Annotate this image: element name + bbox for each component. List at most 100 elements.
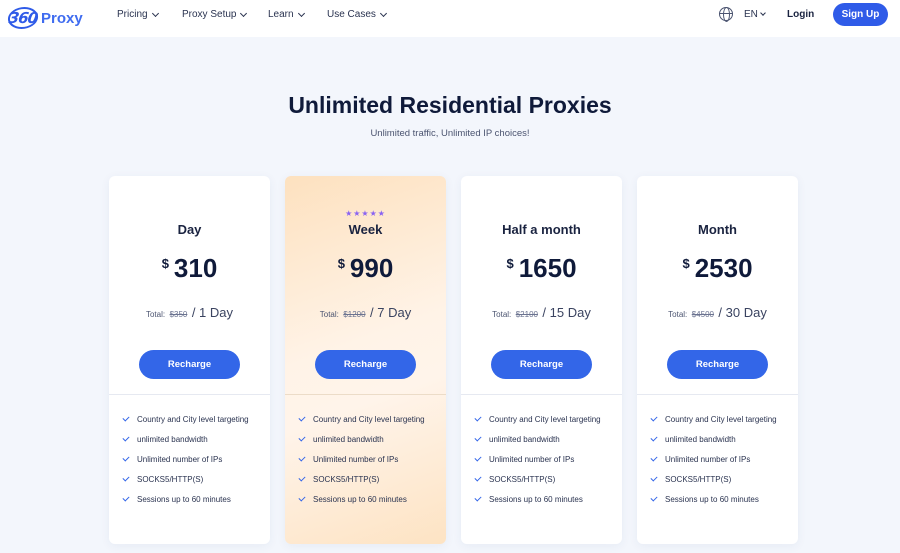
check-icon bbox=[298, 414, 306, 422]
plan-total: Total: $1200 / 7 Day bbox=[319, 305, 412, 320]
check-icon bbox=[298, 434, 306, 442]
divider bbox=[285, 394, 446, 395]
plan-duration: 7 Day bbox=[377, 305, 412, 320]
plan-name: Half a month bbox=[502, 222, 581, 237]
recharge-button[interactable]: Recharge bbox=[315, 350, 416, 379]
logo-mark: 360 bbox=[6, 7, 40, 29]
list-item: Country and City level targeting bbox=[122, 409, 249, 429]
list-item: Country and City level targeting bbox=[650, 409, 777, 429]
plan-duration: 15 Day bbox=[549, 305, 591, 320]
check-icon bbox=[298, 474, 306, 482]
old-price: $2100 bbox=[515, 310, 538, 319]
language-selector[interactable]: EN bbox=[744, 9, 766, 20]
logo-word: Proxy bbox=[41, 9, 83, 27]
check-icon bbox=[650, 434, 658, 442]
total-label: Total: bbox=[319, 310, 339, 319]
feature-text: Unlimited number of IPs bbox=[313, 454, 399, 464]
plan-duration: 30 Day bbox=[725, 305, 767, 320]
list-item: unlimited bandwidth bbox=[650, 429, 777, 449]
feature-text: unlimited bandwidth bbox=[489, 434, 560, 444]
check-icon bbox=[122, 414, 130, 422]
plan-card-day: Day $310 Total: $350 / 1 Day Recharge Co… bbox=[109, 176, 270, 544]
recharge-button[interactable]: Recharge bbox=[139, 350, 240, 379]
price-amount: 990 bbox=[349, 253, 394, 283]
list-item: unlimited bandwidth bbox=[298, 429, 425, 449]
list-item: Unlimited number of IPs bbox=[298, 449, 425, 469]
check-icon bbox=[122, 474, 130, 482]
list-item: SOCKS5/HTTP(S) bbox=[650, 470, 777, 490]
signup-button[interactable]: Sign Up bbox=[833, 3, 888, 26]
old-price: $350 bbox=[169, 310, 188, 319]
login-link[interactable]: Login bbox=[787, 9, 814, 20]
feature-text: Sessions up to 60 minutes bbox=[313, 495, 407, 505]
plan-total: Total: $350 / 1 Day bbox=[145, 305, 234, 320]
check-icon bbox=[122, 434, 130, 442]
feature-text: Unlimited number of IPs bbox=[665, 454, 751, 464]
plan-price: $2530 bbox=[637, 253, 798, 284]
list-item: unlimited bandwidth bbox=[122, 429, 249, 449]
plan-name: Month bbox=[698, 222, 737, 237]
feature-text: unlimited bandwidth bbox=[137, 434, 208, 444]
chevron-down-icon bbox=[151, 9, 159, 17]
total-label: Total: bbox=[492, 310, 512, 319]
price-amount: 2530 bbox=[694, 253, 753, 283]
nav-pricing[interactable]: Pricing bbox=[117, 9, 159, 20]
feature-text: Country and City level targeting bbox=[137, 414, 249, 424]
nav-learn[interactable]: Learn bbox=[268, 9, 305, 20]
check-icon bbox=[650, 494, 658, 502]
plan-card-week: ★★★★★ Week $990 Total: $1200 / 7 Day Rec… bbox=[285, 176, 446, 544]
logo[interactable]: 360 Proxy bbox=[6, 5, 83, 31]
list-item: Sessions up to 60 minutes bbox=[474, 490, 601, 510]
list-item: Country and City level targeting bbox=[298, 409, 425, 429]
old-price: $4500 bbox=[691, 310, 714, 319]
recharge-button[interactable]: Recharge bbox=[667, 350, 768, 379]
recharge-button[interactable]: Recharge bbox=[491, 350, 592, 379]
list-item: Unlimited number of IPs bbox=[122, 449, 249, 469]
divider bbox=[637, 394, 798, 395]
plan-price: $1650 bbox=[461, 253, 622, 284]
nav-label: Pricing bbox=[117, 9, 148, 20]
currency-symbol: $ bbox=[337, 256, 345, 271]
nav-label: Use Cases bbox=[327, 9, 376, 20]
divider bbox=[109, 394, 270, 395]
nav-label: Proxy Setup bbox=[182, 9, 237, 20]
feature-text: Sessions up to 60 minutes bbox=[489, 495, 583, 505]
page-subtitle: Unlimited traffic, Unlimited IP choices! bbox=[370, 128, 530, 139]
plan-price: $990 bbox=[285, 253, 446, 284]
old-price: $1200 bbox=[343, 310, 366, 319]
feature-text: SOCKS5/HTTP(S) bbox=[137, 475, 204, 485]
currency-symbol: $ bbox=[682, 256, 690, 271]
plan-total: Total: $2100 / 15 Day bbox=[492, 305, 591, 320]
plan-card-month: Month $2530 Total: $4500 / 30 Day Rechar… bbox=[637, 176, 798, 544]
check-icon bbox=[474, 454, 482, 462]
chevron-down-icon bbox=[379, 9, 387, 17]
total-label: Total: bbox=[668, 310, 688, 319]
feature-list: Country and City level targeting unlimit… bbox=[650, 409, 777, 510]
feature-text: SOCKS5/HTTP(S) bbox=[313, 475, 380, 485]
nav-use-cases[interactable]: Use Cases bbox=[327, 9, 387, 20]
check-icon bbox=[474, 414, 482, 422]
list-item: Country and City level targeting bbox=[474, 409, 601, 429]
plan-duration: 1 Day bbox=[199, 305, 234, 320]
check-icon bbox=[650, 474, 658, 482]
feature-text: Country and City level targeting bbox=[489, 414, 601, 424]
feature-text: SOCKS5/HTTP(S) bbox=[665, 475, 732, 485]
plan-price: $310 bbox=[109, 253, 270, 284]
check-icon bbox=[474, 474, 482, 482]
check-icon bbox=[122, 454, 130, 462]
list-item: Sessions up to 60 minutes bbox=[298, 490, 425, 510]
top-nav: 360 Proxy Pricing Proxy Setup Learn Use … bbox=[0, 0, 900, 37]
chevron-down-icon bbox=[297, 9, 305, 17]
plan-name: Week bbox=[348, 222, 383, 237]
plan-total: Total: $4500 / 30 Day bbox=[668, 305, 767, 320]
globe-icon[interactable] bbox=[719, 7, 733, 22]
check-icon bbox=[474, 494, 482, 502]
nav-label: Learn bbox=[268, 9, 294, 20]
feature-text: Sessions up to 60 minutes bbox=[137, 495, 231, 505]
page-title: Unlimited Residential Proxies bbox=[288, 92, 612, 118]
check-icon bbox=[650, 454, 658, 462]
feature-text: SOCKS5/HTTP(S) bbox=[489, 475, 556, 485]
nav-proxy-setup[interactable]: Proxy Setup bbox=[182, 9, 248, 20]
list-item: Sessions up to 60 minutes bbox=[650, 490, 777, 510]
list-item: SOCKS5/HTTP(S) bbox=[474, 470, 601, 490]
